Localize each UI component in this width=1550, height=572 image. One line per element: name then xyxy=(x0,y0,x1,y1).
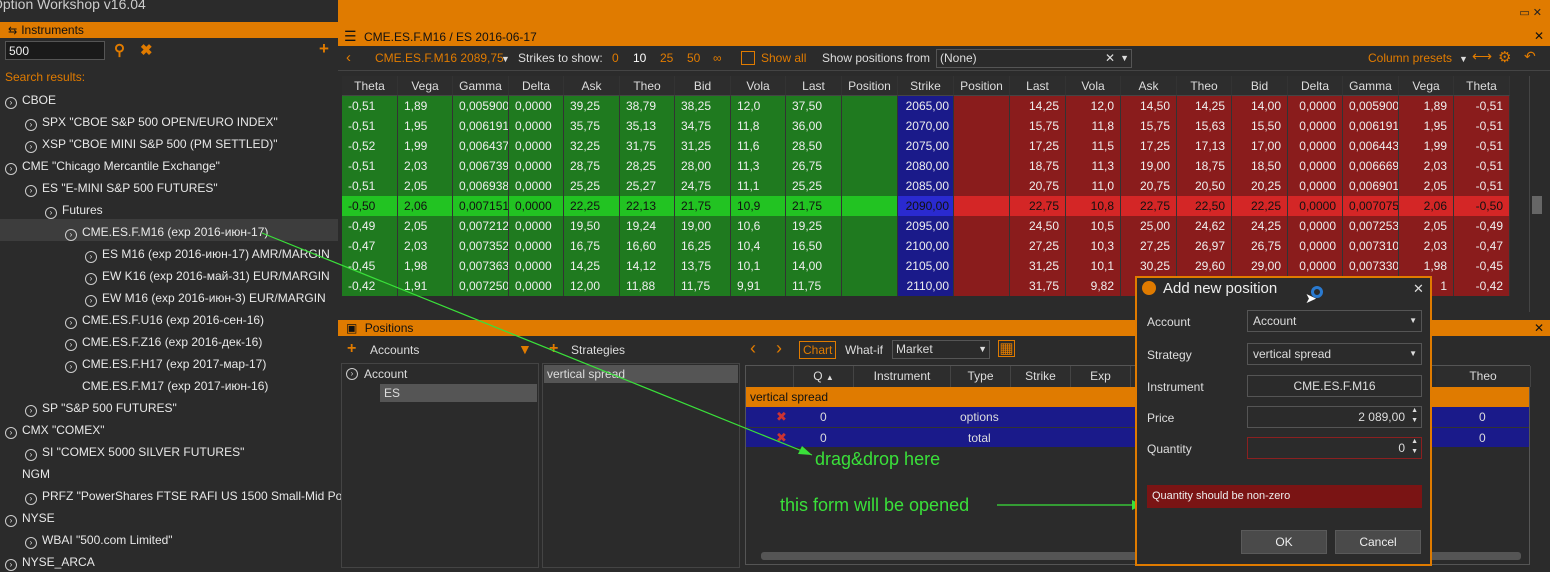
app-logo-icon xyxy=(1142,281,1156,295)
instrument-field[interactable]: CME.ES.F.M16 xyxy=(1247,375,1422,397)
account-value: Account xyxy=(1253,314,1297,328)
dialog-close-icon[interactable]: ✕ xyxy=(1413,281,1424,297)
price-label: Price xyxy=(1147,411,1175,425)
quantity-label: Quantity xyxy=(1147,442,1192,456)
dialog-title: Add new position xyxy=(1163,280,1278,297)
quantity-stepper[interactable]: 0 ▲ ▼ xyxy=(1247,437,1422,459)
price-stepper[interactable]: 2 089,00 ▲ ▼ xyxy=(1247,406,1422,428)
form-annotation: this form will be opened xyxy=(780,495,970,515)
quantity-value: 0 xyxy=(1398,441,1405,455)
strategy-label: Strategy xyxy=(1147,348,1192,362)
chevron-down-icon[interactable]: ▼ xyxy=(1409,344,1417,364)
stepper-arrows-icon[interactable]: ▲ ▼ xyxy=(1411,406,1418,426)
add-position-dialog: Add new position ✕ Account Account ▼ Str… xyxy=(1135,276,1432,566)
price-value: 2 089,00 xyxy=(1358,410,1405,424)
drag-arrow-line xyxy=(261,232,813,456)
cancel-button[interactable]: Cancel xyxy=(1335,530,1421,554)
stepper-arrows-icon[interactable]: ▲ ▼ xyxy=(1411,437,1418,457)
drag-drop-annotation: drag&drop here xyxy=(815,449,941,469)
instrument-label: Instrument xyxy=(1147,380,1204,394)
mouse-cursor-icon: ➤ xyxy=(1305,290,1317,306)
strategy-value: vertical spread xyxy=(1253,347,1332,361)
account-label: Account xyxy=(1147,315,1191,329)
drag-arrow-head xyxy=(798,446,812,455)
error-message: Quantity should be non-zero xyxy=(1147,485,1422,508)
account-select[interactable]: Account ▼ xyxy=(1247,310,1422,332)
ok-button[interactable]: OK xyxy=(1241,530,1327,554)
strategy-select[interactable]: vertical spread ▼ xyxy=(1247,343,1422,365)
chevron-down-icon[interactable]: ▼ xyxy=(1409,311,1417,331)
